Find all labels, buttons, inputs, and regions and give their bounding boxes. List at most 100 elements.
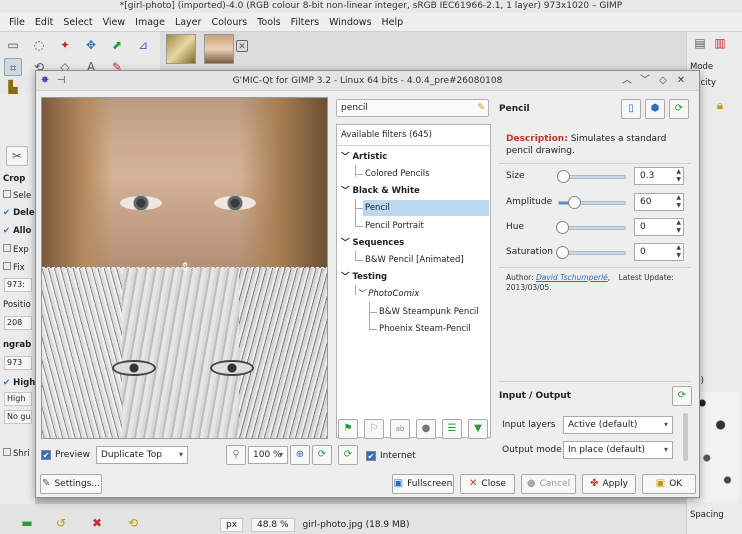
unit-select[interactable]: px [220, 518, 244, 532]
saturation-value-field[interactable]: 0 ▲ ▼ [634, 243, 684, 261]
zoom-out-icon[interactable]: ⚲ [226, 445, 246, 465]
reset-params-icon[interactable]: ⟳ [669, 99, 689, 119]
tree-item-colored-pencils[interactable]: Colored Pencils [365, 166, 485, 182]
layers-icon[interactable]: ▤ [691, 34, 709, 52]
internet-checkbox[interactable]: ✔ [366, 450, 376, 461]
rename-favorite-icon[interactable]: ab [390, 419, 410, 439]
refresh-preview-icon[interactable]: ⟳ [312, 445, 332, 465]
move-tool-icon[interactable]: ✥ [82, 36, 100, 54]
fullscreen-button[interactable]: ▣ Fullscreen [392, 474, 454, 494]
internet-toggle[interactable]: ✔ Internet [366, 448, 416, 464]
update-filters-icon[interactable]: ⟳ [338, 445, 358, 465]
rect-select-icon[interactable]: ▭ [4, 36, 22, 54]
lock-icon[interactable]: 🔒︎ [711, 96, 729, 114]
tree-folder-artistic[interactable]: ﹀ Artistic [341, 149, 494, 165]
size-field[interactable]: 973 [4, 356, 32, 370]
menu-view[interactable]: View [103, 17, 126, 28]
size-slider-handle[interactable] [557, 170, 570, 183]
hue-slider[interactable] [556, 221, 626, 234]
clear-search-icon[interactable]: ✎ [477, 100, 485, 116]
position-field[interactable]: 208 [4, 316, 32, 330]
ok-button[interactable]: ▣ OK [642, 474, 696, 494]
zoom-select[interactable]: 100 % ▾ [248, 446, 288, 464]
expand-all-icon[interactable]: ☰ [442, 419, 462, 439]
tree-item-phoenix-steam-pencil[interactable]: Phoenix Steam-Pencil [379, 321, 489, 337]
menu-help[interactable]: Help [382, 17, 404, 28]
add-favorite-icon[interactable]: ⚑ [338, 419, 358, 439]
image-tab-thumbnail-2[interactable] [204, 34, 234, 64]
option-delete[interactable]: ✔ Dele [3, 208, 35, 218]
option-select[interactable]: Sele [3, 190, 31, 201]
hue-value-field[interactable]: 0 ▲ ▼ [634, 218, 684, 236]
crop-tool-icon[interactable]: ⌗ [4, 58, 22, 76]
restore-icon[interactable]: ▬ [18, 514, 36, 532]
amplitude-slider-handle[interactable] [568, 196, 581, 209]
option-allow[interactable]: ✔ Allo [3, 226, 31, 236]
maximize-icon[interactable]: ◇ [656, 71, 670, 91]
option-fixed[interactable]: Fix [3, 262, 25, 273]
image-tab-thumbnail-1[interactable] [166, 34, 196, 64]
close-window-icon[interactable]: ✕ [674, 71, 688, 91]
menu-select[interactable]: Select [63, 17, 92, 28]
highlight-field[interactable]: High [4, 392, 32, 406]
fuzzy-select-icon[interactable]: ✦ [56, 36, 74, 54]
close-button[interactable]: ✕ Close [460, 474, 515, 494]
keep-above-icon[interactable]: ︿ [620, 71, 634, 91]
menu-layer[interactable]: Layer [175, 17, 202, 28]
menu-edit[interactable]: Edit [35, 17, 53, 28]
filter-search-input[interactable]: pencil ✎ [336, 99, 489, 117]
menu-image[interactable]: Image [135, 17, 165, 28]
minimize-icon[interactable]: ﹀ [638, 71, 652, 91]
tree-item-bw-pencil-animated[interactable]: B&W Pencil [Animated] [365, 252, 485, 268]
collapse-all-icon[interactable]: ▼ [468, 419, 488, 439]
size-slider[interactable] [557, 170, 626, 183]
lasso-icon[interactable]: ◌ [30, 36, 48, 54]
visibility-icon[interactable]: ● [416, 419, 436, 439]
author-link[interactable]: David Tschumperlé [536, 273, 608, 282]
amplitude-value-field[interactable]: 60 ▲ ▼ [634, 193, 684, 211]
preview-mode-select[interactable]: Duplicate Top ▾ [96, 446, 188, 464]
settings-button[interactable]: ✎ Settings... [40, 474, 102, 494]
preview-image[interactable]: ⇕ [41, 97, 328, 439]
hue-slider-handle[interactable] [556, 221, 569, 234]
size-value-field[interactable]: 0.3 ▲ ▼ [634, 167, 684, 185]
menu-colours[interactable]: Colours [211, 17, 247, 28]
menu-windows[interactable]: Windows [329, 17, 371, 28]
apply-button[interactable]: ✤ Apply [582, 474, 636, 494]
randomize-icon[interactable]: ⬢ [645, 99, 665, 119]
reset-icon[interactable]: ⟲ [124, 514, 142, 532]
io-scrollbar[interactable] [683, 413, 688, 461]
reset-io-icon[interactable]: ⟳ [672, 386, 692, 406]
saturation-slider-handle[interactable] [556, 246, 569, 259]
tree-item-pencil[interactable]: Pencil [363, 200, 489, 216]
channels-icon[interactable]: ▥ [711, 34, 729, 52]
amplitude-slider[interactable] [558, 196, 626, 209]
preview-toggle[interactable]: ✔ Preview [41, 447, 90, 463]
option-shrink[interactable]: Shri [3, 448, 30, 459]
ratio-field[interactable]: 973: [4, 278, 32, 292]
tree-folder-black-white[interactable]: ﹀ Black & White [341, 183, 494, 199]
saturation-slider[interactable] [556, 246, 626, 259]
preview-checkbox[interactable]: ✔ [41, 449, 51, 460]
tree-folder-sequences[interactable]: ﹀ Sequences [341, 235, 494, 251]
zoom-select[interactable]: 48.8 % [251, 518, 295, 532]
cancel-button[interactable]: ● Cancel [521, 474, 576, 494]
tree-folder-photocomix[interactable]: ﹀ PhotoComix [357, 286, 510, 302]
split-handle-icon[interactable]: ⇕ [179, 261, 191, 273]
undo-icon[interactable]: ↺ [52, 514, 70, 532]
input-layers-select[interactable]: Active (default) ▾ [563, 416, 673, 434]
tool-options-icon[interactable]: ✂ [6, 146, 28, 166]
zoom-in-icon[interactable]: ⊕ [290, 445, 310, 465]
tree-item-bw-steampunk-pencil[interactable]: B&W Steampunk Pencil [379, 304, 489, 320]
copy-command-icon[interactable]: ▯ [621, 99, 641, 119]
tree-item-pencil-portrait[interactable]: Pencil Portrait [365, 218, 485, 234]
transform-tool-icon[interactable]: ⊿ [134, 36, 152, 54]
guides-field[interactable]: No gu [4, 410, 32, 424]
align-tool-icon[interactable]: ⬈ [108, 36, 126, 54]
tree-folder-testing[interactable]: ﹀ Testing [341, 269, 494, 285]
remove-favorite-icon[interactable]: ⚐ [364, 419, 384, 439]
menu-filters[interactable]: Filters [291, 17, 319, 28]
pin-icon[interactable]: ⊣ [54, 71, 68, 91]
menu-tools[interactable]: Tools [257, 17, 280, 28]
close-tab-icon[interactable]: ✕ [236, 40, 248, 52]
